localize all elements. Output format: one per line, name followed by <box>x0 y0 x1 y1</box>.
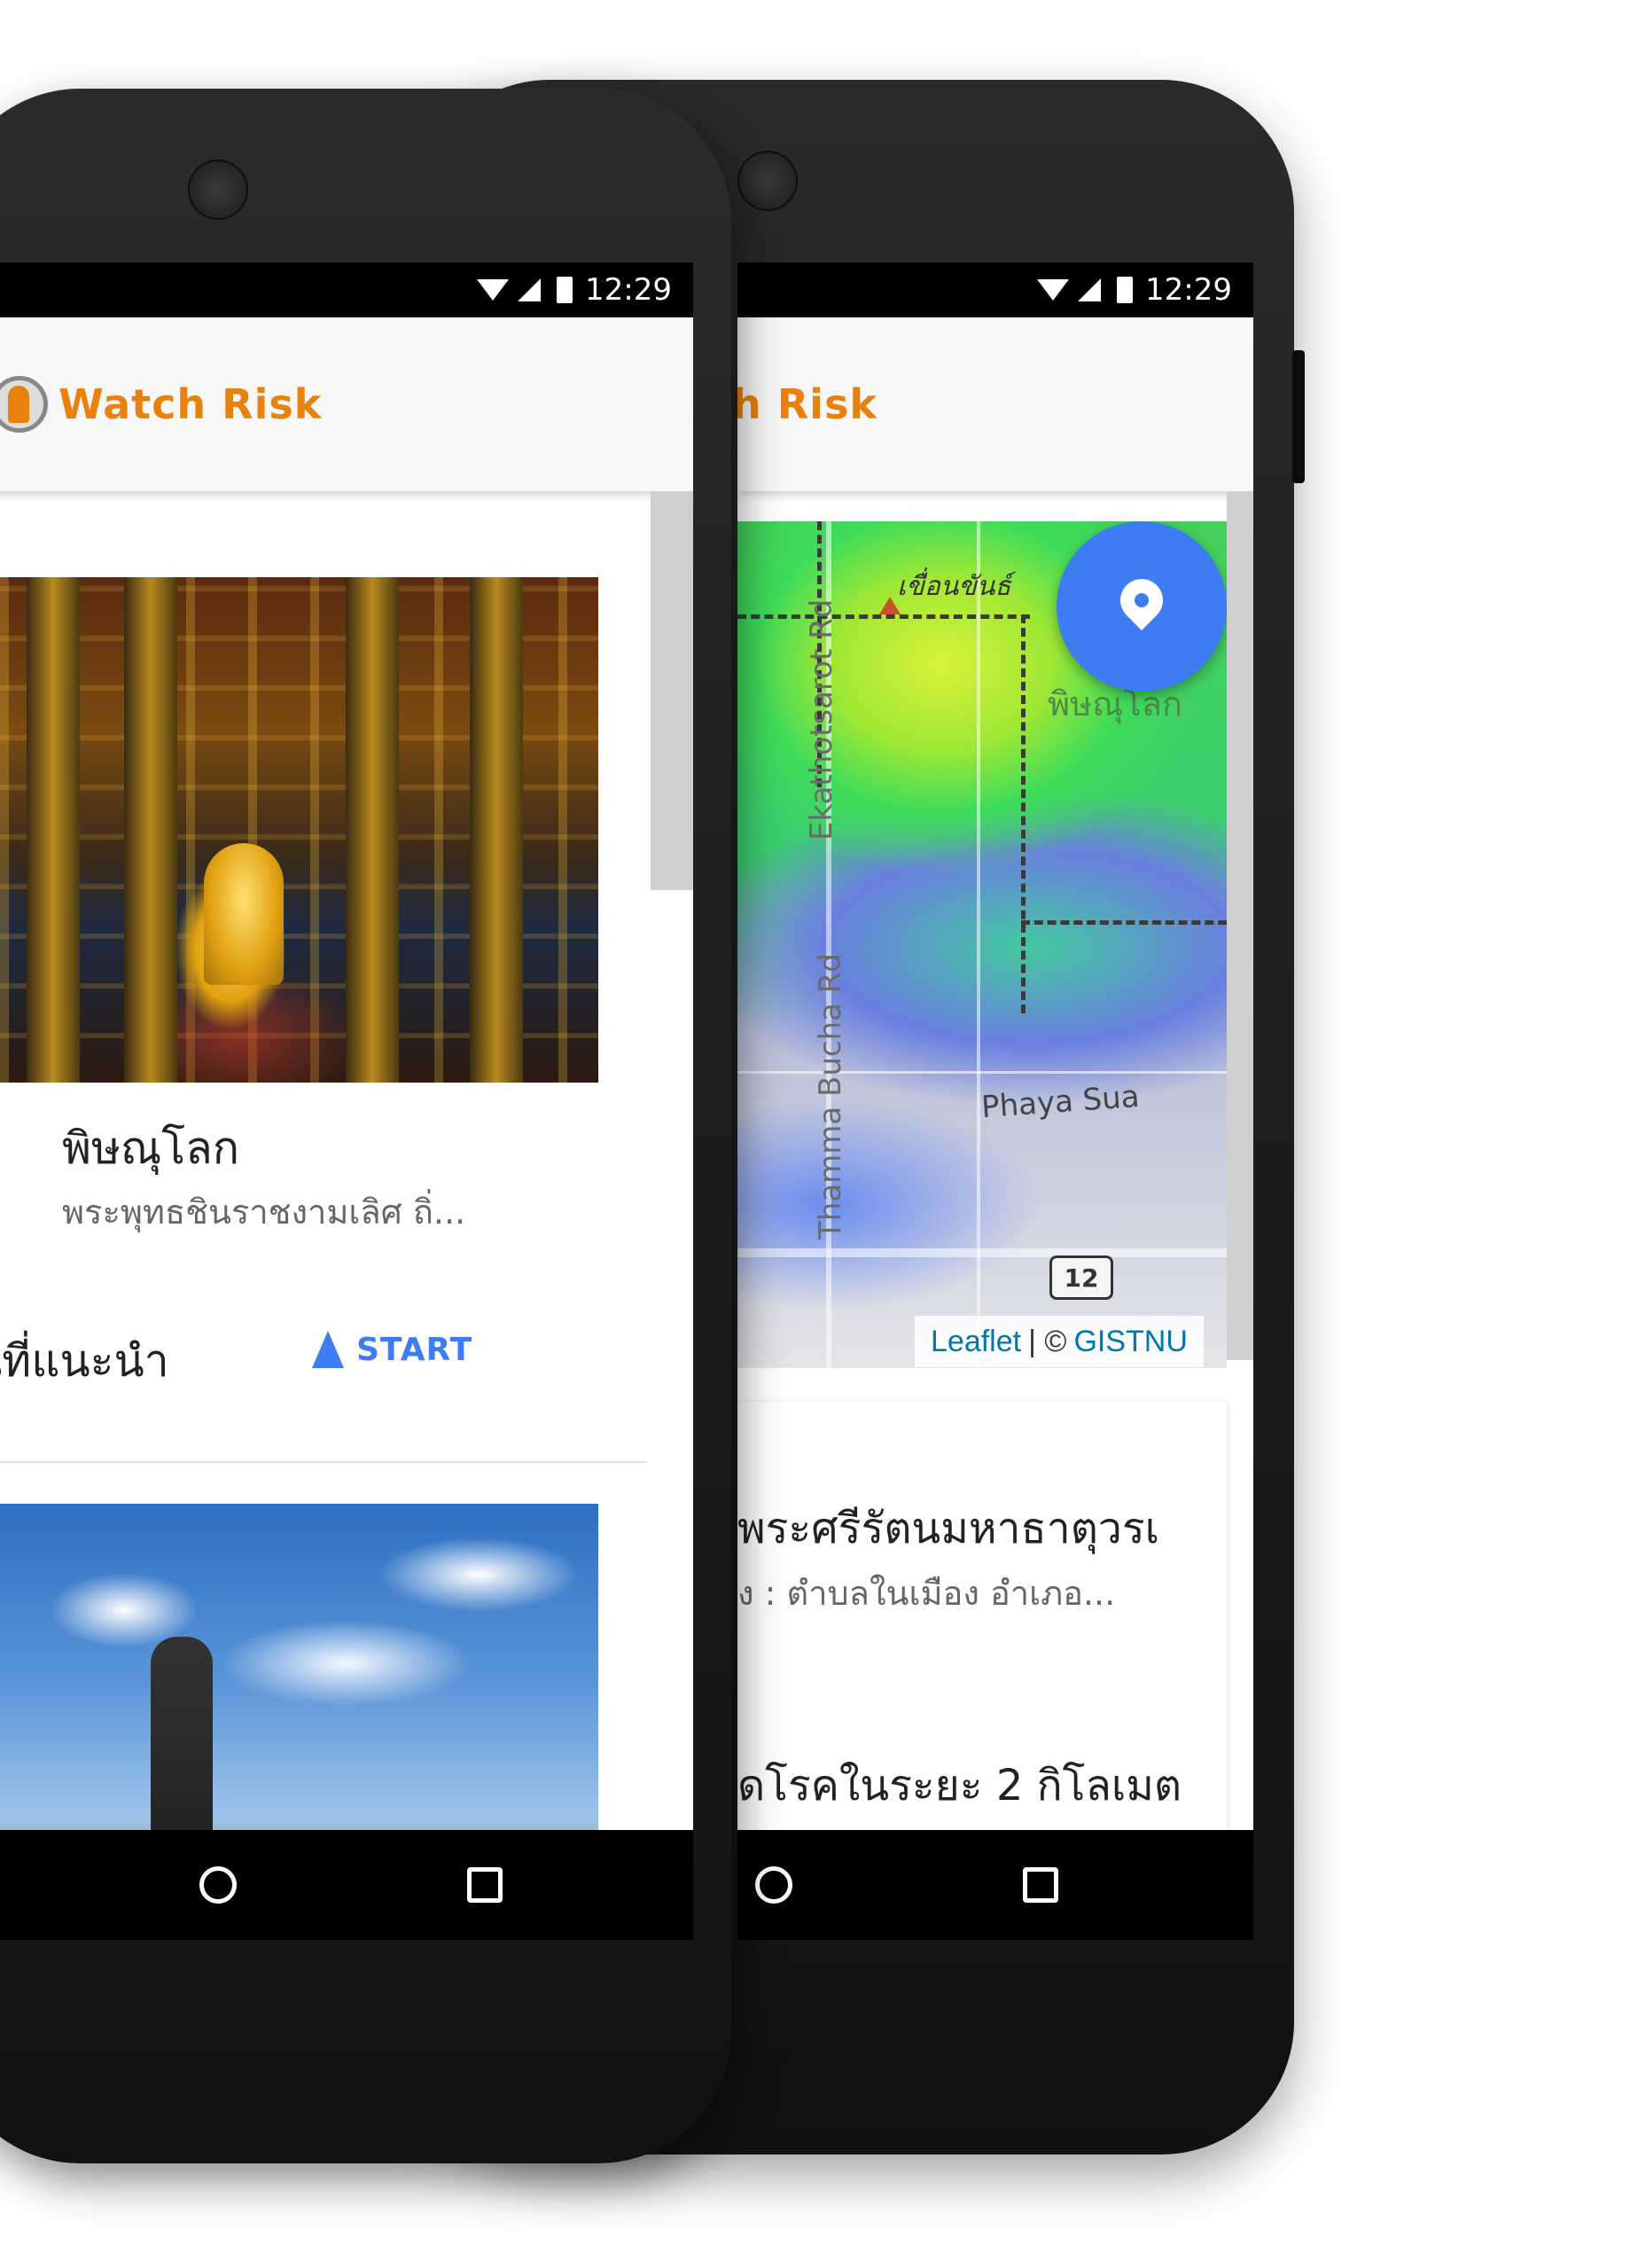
signal-icon <box>1078 278 1102 301</box>
wifi-icon <box>1037 279 1070 301</box>
gistnu-link[interactable]: GISTNU <box>1073 1325 1187 1359</box>
scrollbar[interactable] <box>651 491 693 890</box>
place-card-title: พิษณุโลก <box>62 1122 240 1174</box>
status-bar: 12:29 <box>0 262 693 317</box>
battery-icon <box>1117 277 1134 303</box>
attribution-separator: | © <box>1028 1324 1067 1358</box>
start-label: START <box>356 1331 473 1368</box>
map-label-landmark: เขื่อนขันธ์ <box>897 571 1011 602</box>
map-label-area: Phaya Sua <box>979 1078 1141 1126</box>
wifi-icon <box>477 279 510 301</box>
speaker-grille <box>188 160 248 220</box>
place-card-title: พระศรีรัตนมหาธาตุวรเ <box>737 1504 1160 1553</box>
boundary-line <box>1021 614 1026 1013</box>
nav-bar <box>0 1830 693 1940</box>
status-time: 12:29 <box>1145 272 1232 308</box>
navigation-arrow-icon <box>312 1331 344 1368</box>
speaker-grille <box>737 151 798 211</box>
side-button <box>1292 350 1305 483</box>
location-fab[interactable] <box>1057 521 1227 692</box>
battery-icon <box>557 277 573 303</box>
nav-bar <box>737 1830 1253 1940</box>
front-screen: 12:29 Watch Risk พิษณุโลก พระพุทธชินราชง… <box>0 262 693 1940</box>
app-title: h Risk <box>737 380 878 428</box>
boundary-line <box>1021 920 1227 925</box>
buddha-statue <box>204 843 284 985</box>
app-logo-icon <box>0 376 48 433</box>
location-pin-icon <box>1112 570 1172 630</box>
map-label-road2: Thamma Bucha Rd <box>813 953 848 1240</box>
app-title: Watch Risk <box>58 380 323 428</box>
signal-icon <box>518 278 542 301</box>
map-attribution: Leaflet | © GISTNU <box>915 1316 1204 1367</box>
recommended-places-heading: านที่แนะนำ <box>0 1335 169 1387</box>
risk-radius-text: ัดโรคในระยะ 2 กิโลเมต <box>737 1761 1182 1810</box>
route-badge: 12 <box>1049 1255 1113 1300</box>
app-bar: Watch Risk <box>0 317 693 491</box>
scrollbar[interactable] <box>1227 491 1253 1360</box>
divider <box>0 1461 647 1463</box>
status-bar: 12:29 <box>737 262 1253 317</box>
start-navigation-button[interactable]: START <box>312 1331 472 1368</box>
temple-photo[interactable] <box>0 577 598 1083</box>
place-card-subtitle: พระพุทธชินราชงามเลิศ ถิ่... <box>62 1193 466 1232</box>
place-card-subtitle: ง : ตำบลในเมือง อำเภอ... <box>737 1574 1116 1613</box>
back-screen: 12:29 h Risk เขื่อนขันธ์ พิษณุโลก Ekatho… <box>737 262 1253 1940</box>
home-button-icon[interactable] <box>755 1866 792 1904</box>
boundary-line <box>737 614 1030 619</box>
recents-button-icon[interactable] <box>1023 1867 1058 1903</box>
app-bar: h Risk <box>737 317 1253 491</box>
home-button-icon[interactable] <box>199 1866 237 1904</box>
leaflet-link[interactable]: Leaflet <box>931 1325 1021 1359</box>
recents-button-icon[interactable] <box>467 1867 503 1903</box>
map-label-road1: Ekathotsarot Rd <box>804 598 839 841</box>
status-time: 12:29 <box>585 272 672 308</box>
